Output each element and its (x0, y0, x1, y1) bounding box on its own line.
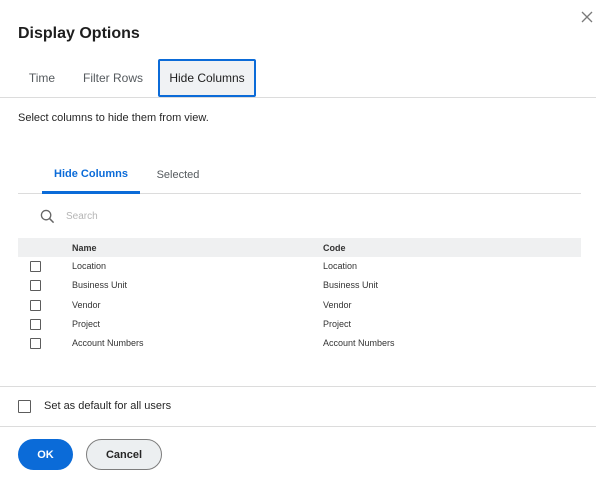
sub-tab-bar: Hide Columns Selected (18, 157, 581, 194)
table-row: Account Numbers Account Numbers (18, 334, 581, 353)
dialog-title: Display Options (18, 25, 140, 42)
cancel-button[interactable]: Cancel (86, 439, 162, 470)
cell-name: Account Numbers (72, 338, 144, 349)
search-input[interactable] (66, 210, 316, 222)
cell-code: Project (323, 318, 352, 329)
cell-code: Vendor (323, 299, 352, 310)
tab-time[interactable]: Time (18, 59, 66, 97)
default-checkbox-label: Set as default for all users (44, 400, 172, 412)
tab-filter-rows[interactable]: Filter Rows (74, 59, 152, 97)
column-header-code: Code (323, 243, 346, 253)
cell-name: Vendor (72, 299, 101, 310)
row-checkbox[interactable] (30, 338, 41, 350)
row-checkbox[interactable] (30, 280, 41, 292)
divider (0, 386, 596, 387)
cell-name: Business Unit (72, 280, 128, 291)
row-checkbox[interactable] (30, 299, 41, 311)
cell-code: Location (323, 261, 358, 271)
close-button[interactable] (578, 8, 596, 26)
default-checkbox[interactable] (18, 400, 31, 413)
cell-code: Business Unit (323, 280, 379, 291)
close-icon (581, 11, 593, 23)
instructions-text: Select columns to hide them from view. (18, 112, 209, 124)
search-bar (40, 206, 340, 226)
search-icon (40, 209, 55, 223)
table-header: Name Code (18, 238, 581, 257)
divider (0, 426, 596, 427)
tab-hide-columns[interactable]: Hide Columns (158, 59, 256, 97)
column-header-name: Name (72, 243, 97, 253)
ok-button[interactable]: OK (18, 439, 73, 470)
table-row: Business Unit Business Unit (18, 276, 581, 295)
cell-code: Account Numbers (323, 338, 395, 349)
table-row: Location Location (18, 257, 581, 276)
row-checkbox[interactable] (30, 318, 41, 330)
cell-name: Location (72, 261, 107, 271)
display-options-dialog: Display Options Time Filter Rows Hide Co… (0, 0, 596, 479)
row-checkbox[interactable] (30, 261, 41, 272)
top-tab-bar: Time Filter Rows Hide Columns (0, 59, 596, 98)
cell-name: Project (72, 318, 101, 329)
subtab-hide-columns[interactable]: Hide Columns (42, 157, 140, 194)
columns-table: Name Code Location Location Business Uni… (18, 238, 581, 353)
table-row: Vendor Vendor (18, 296, 581, 315)
table-row: Project Project (18, 315, 581, 334)
subtab-selected[interactable]: Selected (148, 157, 208, 193)
